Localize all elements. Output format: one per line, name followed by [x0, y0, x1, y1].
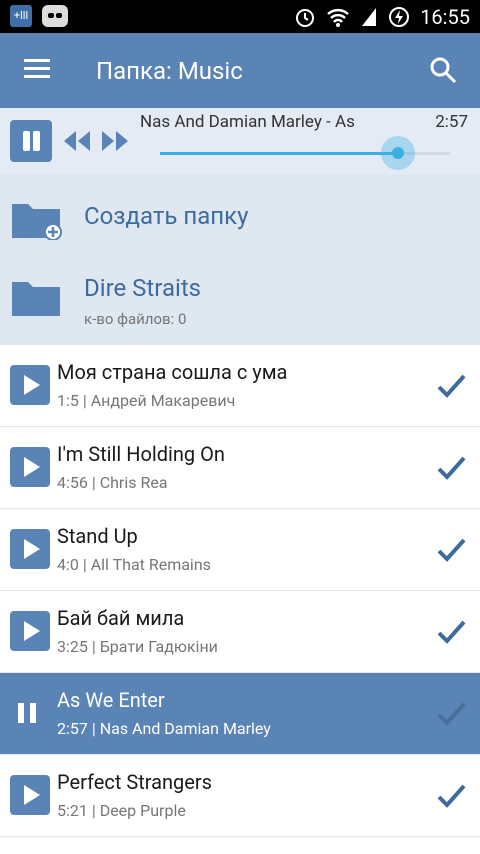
progress-handle[interactable] — [380, 136, 415, 170]
create-folder-item[interactable]: Создать папку — [0, 178, 480, 258]
track-title: Бай бай мила — [57, 606, 185, 630]
check-icon[interactable] — [434, 615, 468, 649]
play-icon[interactable] — [10, 611, 50, 651]
track-meta: 2:57 | Nas And Damian Marley — [57, 719, 271, 738]
track-title: Stand Up — [57, 524, 138, 548]
player-bar: Nas And Damian Marley - As 2:57 — [0, 108, 480, 174]
page-title: Папка: Music — [96, 57, 243, 85]
check-icon[interactable] — [434, 533, 468, 567]
play-icon[interactable] — [10, 447, 50, 487]
folder-section: Создать папку Dire Straits к-во файлов: … — [0, 174, 480, 345]
status-bar: +lll 16:55 — [0, 0, 480, 33]
track-row[interactable]: Моя страна сошла с ума 1:5 | Андрей Макар… — [0, 345, 480, 427]
next-icon[interactable] — [100, 128, 132, 154]
track-title: Моя страна сошла с ума — [57, 360, 288, 384]
pause-icon[interactable] — [10, 693, 50, 733]
folder-icon — [12, 282, 60, 316]
previous-icon[interactable] — [60, 128, 92, 154]
status-time: 16:55 — [420, 4, 470, 29]
app-bar: Папка: Music — [0, 33, 480, 108]
alarm-icon — [296, 8, 315, 27]
track-meta: 4:56 | Chris Rea — [57, 473, 168, 492]
wifi-icon — [327, 8, 350, 27]
create-folder-label: Создать папку — [84, 202, 249, 230]
track-row[interactable]: Perfect Strangers 5:21 | Deep Purple — [0, 755, 480, 837]
track-title: Perfect Strangers — [57, 770, 212, 794]
check-icon[interactable] — [434, 369, 468, 403]
track-meta: 4:0 | All That Remains — [57, 555, 211, 574]
track-row[interactable]: Stand Up 4:0 | All That Remains — [0, 509, 480, 591]
signal-icon — [362, 7, 377, 26]
play-icon[interactable] — [10, 775, 50, 815]
play-icon[interactable] — [10, 365, 50, 405]
now-playing-time: 2:57 — [435, 112, 468, 132]
track-title: I'm Still Holding On — [57, 442, 225, 466]
menu-button[interactable] — [24, 59, 50, 79]
track-meta: 3:25 | Брати Гадюкіни — [57, 637, 218, 656]
track-meta: 5:21 | Deep Purple — [57, 801, 186, 820]
equalizer-notification-icon: +lll — [10, 5, 32, 27]
check-icon[interactable] — [434, 451, 468, 485]
progress-slider[interactable] — [160, 136, 450, 170]
track-meta: 1:5 | Андрей Макаревич — [57, 391, 236, 410]
track-row[interactable]: As We Enter 2:57 | Nas And Damian Marley — [0, 673, 480, 755]
search-icon[interactable] — [428, 55, 458, 85]
track-row[interactable]: I'm Still Holding On 4:56 | Chris Rea — [0, 427, 480, 509]
play-icon[interactable] — [10, 529, 50, 569]
progress-fill — [160, 152, 398, 155]
folder-file-count: к-во файлов: 0 — [84, 310, 187, 328]
now-playing-title: Nas And Damian Marley - As — [140, 112, 355, 132]
battery-charging-icon — [389, 6, 410, 27]
pause-button[interactable] — [10, 120, 52, 162]
track-list: Моя страна сошла с ума 1:5 | Андрей Макар… — [0, 345, 480, 837]
cat-notification-icon — [42, 5, 68, 27]
check-icon[interactable] — [434, 779, 468, 813]
track-row[interactable]: Бай бай мила 3:25 | Брати Гадюкіни — [0, 591, 480, 673]
track-title: As We Enter — [57, 688, 165, 712]
folder-name: Dire Straits — [84, 274, 202, 302]
new-folder-icon — [12, 204, 62, 240]
folder-item[interactable]: Dire Straits к-во файлов: 0 — [0, 256, 480, 336]
check-icon[interactable] — [434, 697, 468, 731]
